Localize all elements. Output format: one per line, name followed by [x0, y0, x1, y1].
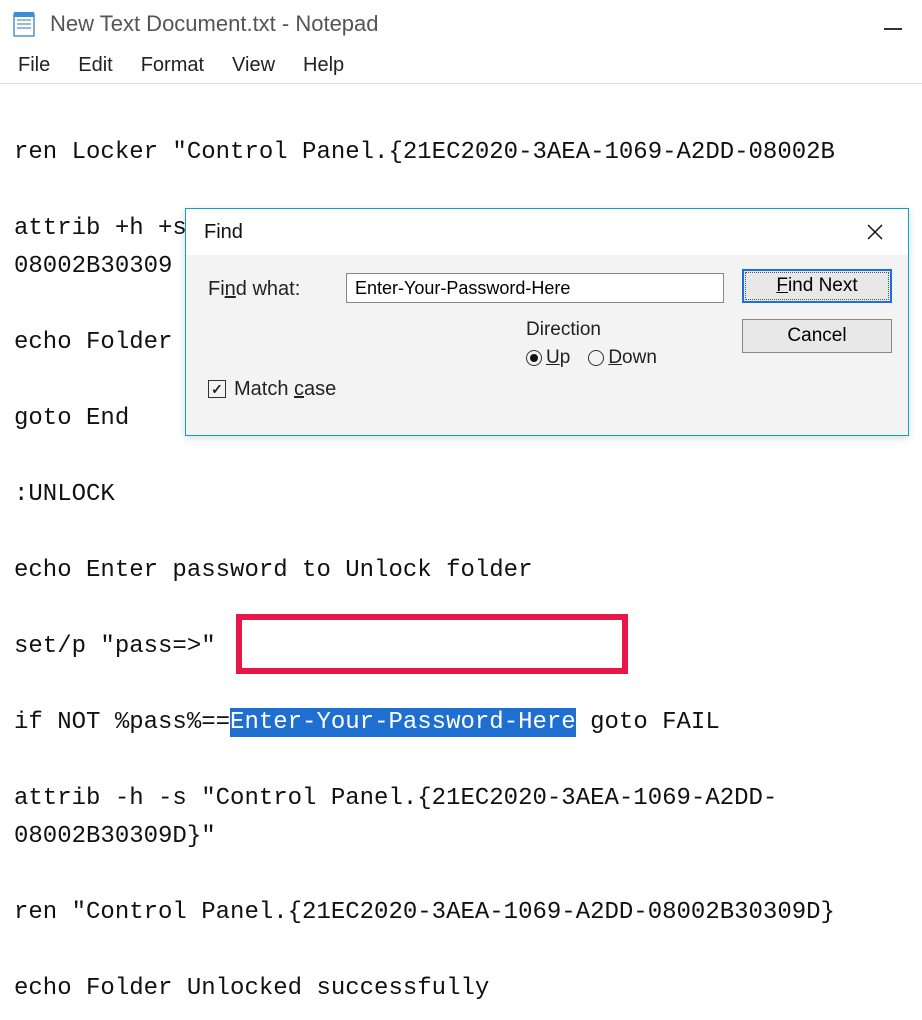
close-icon[interactable] [856, 213, 894, 251]
editor-line: 08002B30309D}" [14, 823, 216, 850]
checkbox-icon [208, 380, 226, 398]
menu-bar: File Edit Format View Help [0, 48, 922, 84]
window-minimize-button[interactable] [878, 14, 908, 44]
menu-view[interactable]: View [232, 54, 275, 77]
menu-format[interactable]: Format [141, 54, 204, 77]
direction-down-radio[interactable]: Down [588, 347, 657, 369]
find-what-input[interactable] [346, 273, 724, 303]
match-case-checkbox[interactable]: Match case [208, 369, 724, 409]
menu-file[interactable]: File [18, 54, 50, 77]
radio-icon [588, 350, 604, 366]
editor-line: :UNLOCK [14, 481, 115, 508]
menu-help[interactable]: Help [303, 54, 344, 77]
notepad-icon [12, 10, 36, 38]
direction-up-radio[interactable]: Up [526, 347, 570, 369]
editor-line: echo Enter password to Unlock folder [14, 557, 532, 584]
window-titlebar: New Text Document.txt - Notepad [0, 0, 922, 48]
find-dialog: Find Find what: Find Next Direction Up D… [185, 208, 909, 436]
find-what-label: Find what: [208, 269, 338, 309]
menu-edit[interactable]: Edit [78, 54, 112, 77]
editor-line: goto End [14, 405, 129, 432]
editor-line: if NOT %pass%== [14, 709, 230, 736]
cancel-button[interactable]: Cancel [742, 319, 892, 353]
editor-line: echo Folder [14, 329, 172, 356]
editor-line: attrib -h -s "Control Panel.{21EC2020-3A… [14, 785, 777, 812]
editor-line: set/p "pass=>" [14, 633, 216, 660]
window-title: New Text Document.txt - Notepad [50, 11, 379, 37]
editor-line: ren "Control Panel.{21EC2020-3AEA-1069-A… [14, 899, 835, 926]
direction-label: Direction [526, 319, 724, 341]
selected-text: Enter-Your-Password-Here [230, 708, 576, 737]
editor-line: goto FAIL [576, 709, 720, 736]
editor-line: echo Folder Unlocked successfully [14, 975, 489, 1002]
editor-line: ren Locker "Control Panel.{21EC2020-3AEA… [14, 139, 835, 166]
find-next-button[interactable]: Find Next [742, 269, 892, 303]
editor-line: 08002B30309 [14, 253, 172, 280]
radio-icon [526, 350, 542, 366]
find-dialog-titlebar[interactable]: Find [186, 209, 908, 255]
find-dialog-title: Find [204, 221, 243, 244]
